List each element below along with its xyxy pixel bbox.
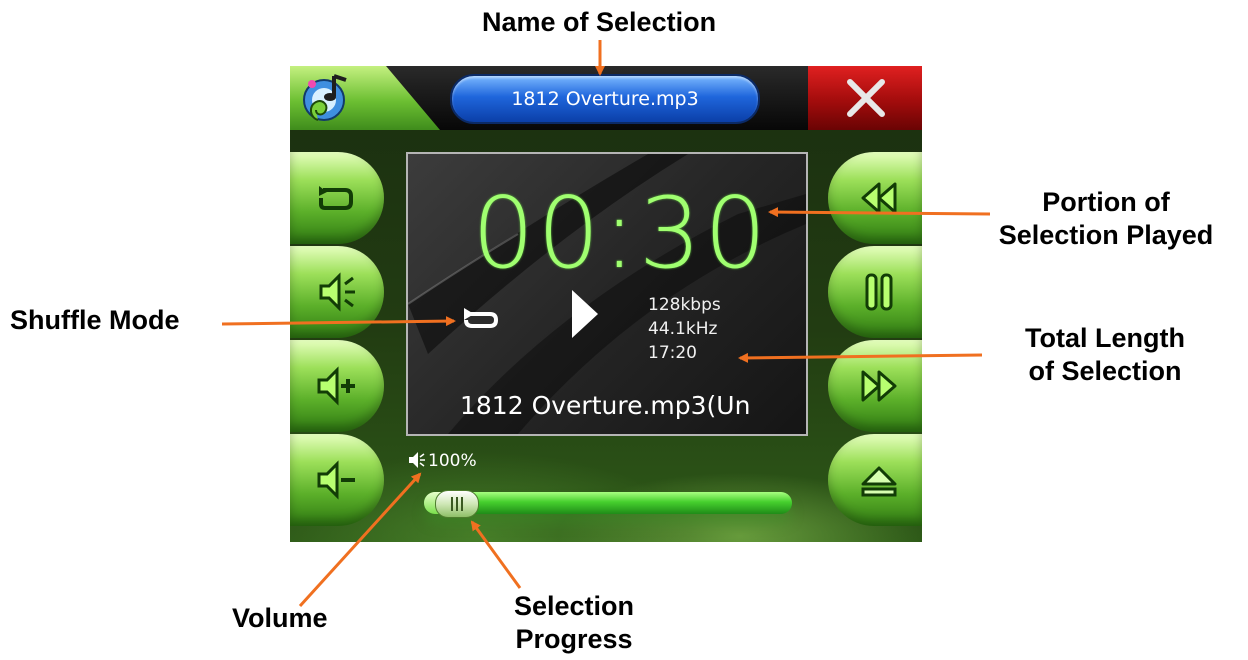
arrow-portion-played	[768, 207, 991, 218]
arrow-selection-progress	[470, 520, 522, 589]
arrow-volume	[298, 472, 422, 608]
arrow-shuffle-mode	[221, 316, 456, 327]
arrow-total-length	[738, 352, 983, 363]
callout-arrows	[221, 40, 991, 608]
